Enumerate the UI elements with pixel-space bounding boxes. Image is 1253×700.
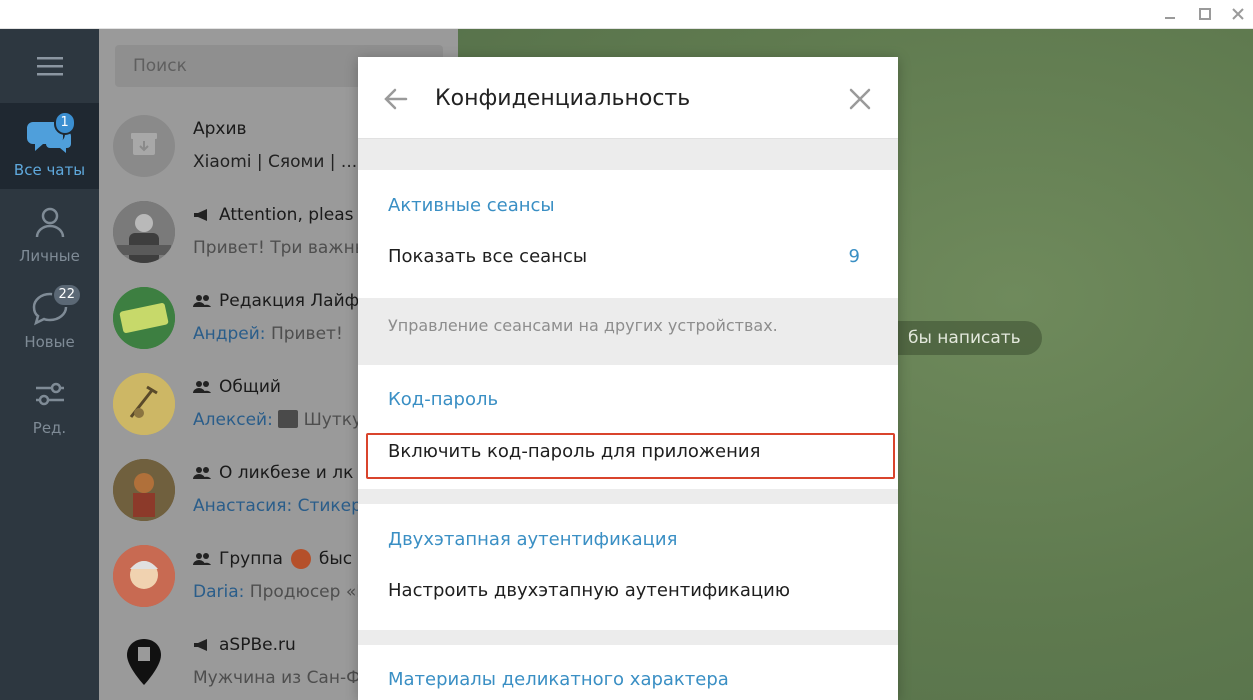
maximize-button[interactable] — [1193, 4, 1217, 24]
back-arrow-icon[interactable] — [382, 85, 410, 113]
setup-two-step-button[interactable]: Настроить двухэтапную аутентификацию — [358, 568, 898, 616]
dialog-title: Конфиденциальность — [435, 86, 691, 111]
section-two-step: Двухэтапная аутентификация Настроить дву… — [358, 504, 898, 630]
chat-name-row: Общий — [193, 377, 281, 397]
preview-text: Привет! — [270, 324, 343, 344]
sessions-hint: Управление сеансами на других устройства… — [388, 316, 778, 335]
chat-preview: Андрей: Привет! — [193, 324, 343, 344]
group-icon — [193, 381, 211, 393]
section-title: Двухэтапная аутентификация — [388, 529, 678, 550]
dialog-header: Конфиденциальность — [358, 57, 898, 139]
chat-name-row: aSPBe.ru — [193, 635, 296, 655]
preview-sender: Анастасия: — [193, 496, 293, 516]
maximize-icon — [1199, 8, 1211, 20]
section-passcode: Код-пароль Включить код-пароль для прило… — [358, 365, 898, 489]
chat-name-tail: быс — [318, 549, 353, 569]
chat-preview: Анастасия: Стикер — [193, 496, 362, 516]
megaphone-icon — [194, 639, 207, 651]
close-icon — [1232, 8, 1244, 20]
row-label: Настроить двухэтапную аутентификацию — [388, 580, 791, 601]
unread-badge: 22 — [51, 283, 83, 307]
folder-new[interactable]: 22 Новые — [0, 275, 99, 361]
preview-text: Стикер — [297, 496, 362, 516]
chat-name: Редакция Лайф — [219, 291, 360, 311]
folder-label: Ред. — [32, 419, 67, 437]
section-active-sessions: Активные сеансы Показать все сеансы 9 — [358, 170, 898, 298]
hamburger-icon — [36, 57, 63, 76]
preview-text: Продюсер «Б — [249, 582, 368, 602]
close-window-button[interactable] — [1226, 4, 1250, 24]
folders-rail: 1 Все чаты Личные 22 Новые Ред. — [0, 29, 99, 700]
group-icon — [193, 295, 211, 307]
window-titlebar — [0, 0, 1253, 29]
chat-name: aSPBe.ru — [219, 635, 296, 655]
folder-all-chats[interactable]: 1 Все чаты — [0, 103, 99, 189]
chat-preview: Алексей: Шутку — [193, 410, 362, 430]
chat-preview: Привет! Три важны — [193, 238, 369, 258]
enable-passcode-button[interactable]: Включить код-пароль для приложения — [358, 429, 898, 477]
chat-name: Архив — [193, 119, 247, 139]
chat-name-row: Группа быс — [193, 549, 352, 569]
basketball-emoji-icon — [290, 549, 311, 569]
chats-icon: 1 — [26, 111, 76, 157]
group-icon — [193, 467, 211, 479]
media-thumbnail — [278, 410, 299, 428]
chat-name-row: Редакция Лайф — [193, 291, 359, 311]
preview-sender: Daria: — [193, 582, 245, 602]
section-title: Материалы деликатного характера — [388, 669, 729, 690]
megaphone-icon — [194, 209, 207, 221]
avatar — [113, 373, 175, 435]
sliders-icon — [26, 373, 74, 415]
group-icon — [193, 553, 211, 565]
section-title: Код-пароль — [388, 389, 499, 410]
section-title: Активные сеансы — [388, 195, 555, 216]
person-icon — [26, 201, 74, 243]
search-placeholder: Поиск — [133, 56, 187, 76]
main-menu-button[interactable] — [0, 29, 99, 103]
folder-label: Все чаты — [13, 161, 86, 179]
archive-icon — [113, 115, 175, 177]
minimize-icon — [1165, 17, 1175, 19]
empty-chat-hint-text: бы написать — [908, 328, 1021, 348]
chat-name-row: Attention, pleas — [193, 205, 354, 225]
chat-preview: Daria: Продюсер «Б — [193, 582, 368, 602]
folder-personal[interactable]: Личные — [0, 189, 99, 275]
folder-label: Новые — [24, 333, 75, 351]
avatar — [113, 201, 175, 263]
folder-label: Личные — [19, 247, 80, 265]
show-all-sessions-button[interactable]: Показать все сеансы 9 — [358, 234, 898, 282]
minimize-button[interactable] — [1158, 4, 1182, 24]
row-label: Включить код-пароль для приложения — [388, 441, 761, 462]
chat-name-row: О ликбезе и лк — [193, 463, 353, 483]
row-label: Показать все сеансы — [388, 246, 588, 267]
privacy-dialog: Конфиденциальность Активные сеансы Показ… — [358, 57, 898, 700]
chat-bubble-icon: 22 — [26, 283, 83, 329]
unread-badge: 1 — [53, 111, 76, 135]
map-pin-icon — [113, 631, 175, 693]
sessions-count: 9 — [848, 246, 860, 267]
preview-sender: Андрей: — [193, 324, 266, 344]
avatar — [113, 545, 175, 607]
preview-text: Шутку — [303, 410, 363, 430]
chat-name: О ликбезе и лк — [219, 463, 354, 483]
folder-edit[interactable]: Ред. — [0, 361, 99, 447]
chat-preview: Мужчина из Сан-Ф — [193, 668, 361, 688]
preview-sender: Алексей: — [193, 410, 273, 430]
chat-name: Общий — [219, 377, 281, 397]
avatar — [113, 459, 175, 521]
chat-name: Attention, pleas — [219, 205, 354, 225]
close-icon[interactable] — [846, 85, 874, 113]
chat-preview: Xiaomi | Сяоми | ... — [193, 152, 358, 172]
chat-name: Группа — [219, 549, 283, 569]
avatar — [113, 287, 175, 349]
section-sensitive-content: Материалы деликатного характера — [358, 645, 898, 700]
